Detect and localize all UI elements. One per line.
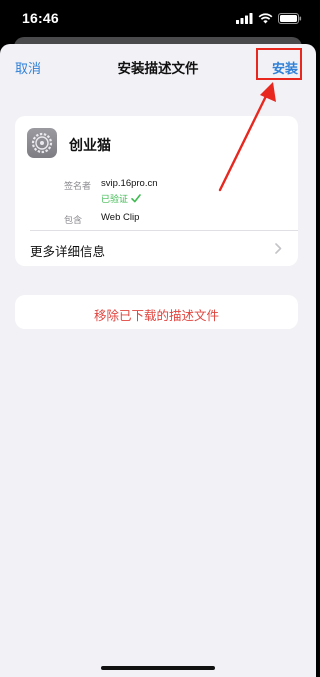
signer-value: svip.16pro.cn	[101, 178, 158, 189]
remove-profile-label: 移除已下载的描述文件	[93, 309, 219, 323]
home-indicator	[101, 666, 215, 670]
signal-icon	[236, 12, 253, 24]
status-icons	[236, 11, 302, 25]
install-highlight-box	[256, 48, 302, 80]
status-bar: 16:46	[0, 0, 316, 40]
profile-card: 创业猫 签名者 svip.16pro.cn 已验证 包含 Web Clip 更多…	[15, 116, 298, 266]
profile-name: 创业猫	[69, 137, 111, 153]
settings-gear-icon	[27, 128, 57, 158]
verified-label: 已验证	[101, 194, 129, 204]
more-details-label: 更多详细信息	[30, 245, 106, 259]
contains-value: Web Clip	[101, 212, 140, 223]
verified-status: 已验证	[101, 192, 141, 205]
install-profile-sheet: 取消 安装描述文件 安装 创业猫 签名者 svip.16pro.cn 已验证 包…	[0, 44, 316, 677]
status-time: 16:46	[22, 10, 59, 26]
contains-label: 包含	[64, 215, 83, 225]
signer-label: 签名者	[64, 181, 92, 191]
chevron-right-icon	[275, 243, 282, 254]
remove-profile-button[interactable]: 移除已下载的描述文件	[15, 295, 298, 329]
checkmark-icon	[131, 194, 141, 203]
battery-icon	[278, 12, 302, 24]
wifi-icon	[258, 12, 273, 23]
more-details-row[interactable]: 更多详细信息	[15, 231, 298, 266]
